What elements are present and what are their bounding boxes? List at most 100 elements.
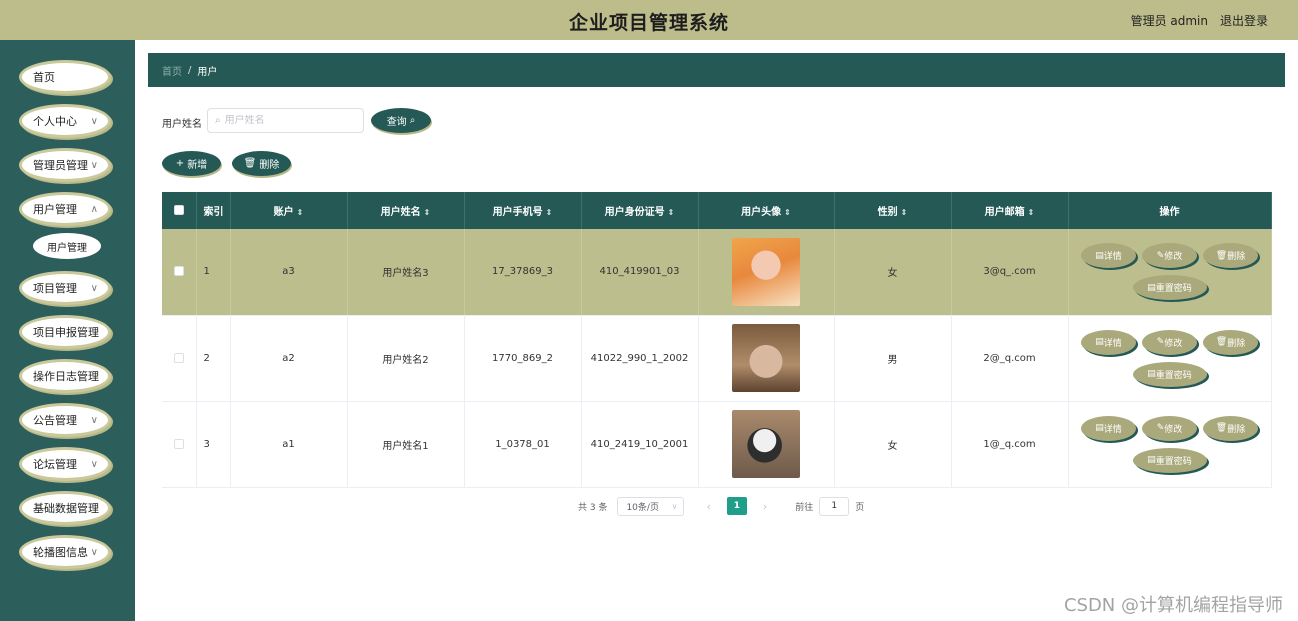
prev-page-icon[interactable]: ‹ <box>706 500 710 513</box>
user-table: 索引 账户 ⇕ 用户姓名 ⇕ 用户手机号 ⇕ 用户身份证号 ⇕ 用户头像 ⇕ 性别 ⇕ 用户… <box>162 192 1272 488</box>
next-page-icon[interactable]: › <box>763 500 767 513</box>
sidebar-item-user-management[interactable]: 用户管理 ∧ <box>19 192 111 226</box>
edit-button[interactable]: ✎ 修改 <box>1142 329 1197 355</box>
sidebar-item-carousel[interactable]: 轮播图信息 ∨ <box>19 535 111 569</box>
reset-password-button[interactable]: ▤ 重置密码 <box>1132 275 1207 301</box>
cell-index: 3 <box>196 401 231 488</box>
sidebar-item-label: 基础数据管理 <box>33 502 99 515</box>
avatar-image[interactable] <box>732 410 800 478</box>
column-header-label: 性别 <box>877 207 898 218</box>
sidebar-subitem-user-management[interactable]: 用户管理 <box>33 233 101 259</box>
page-unit-label: 页 <box>855 502 865 513</box>
detail-button[interactable]: ▤ 详情 <box>1081 329 1136 355</box>
detail-button-label: 详情 <box>1103 424 1122 435</box>
cell-gender: 男 <box>834 315 952 402</box>
column-header-label: 账户 <box>273 207 294 218</box>
cell-phone: 1770_869_2 <box>464 315 582 402</box>
detail-button-label: 详情 <box>1103 338 1122 349</box>
search-icon: ⌕ <box>215 115 221 126</box>
sidebar-item-forum[interactable]: 论坛管理 ∨ <box>19 447 111 481</box>
delete-button[interactable]: 🗑 删除 <box>1203 415 1258 441</box>
cell-actions: ▤ 详情 ✎ 修改 🗑 删除 ▤ 重置密码 <box>1068 315 1272 402</box>
breadcrumb-home[interactable]: 首页 <box>162 63 182 78</box>
delete-button[interactable]: 🗑 删除 <box>1203 243 1258 269</box>
pagination-total: 共 3 条 <box>578 502 608 513</box>
logout-link[interactable]: 退出登录 <box>1220 12 1268 29</box>
sidebar-item-label: 管理员管理 <box>33 159 88 172</box>
breadcrumb-separator: / <box>188 64 192 76</box>
breadcrumb: 首页 / 用户 <box>148 53 1285 87</box>
select-all-checkbox[interactable] <box>173 205 184 215</box>
query-button[interactable]: 查询 ⌕ <box>371 108 431 133</box>
goto-label: 前往 <box>795 502 814 513</box>
sidebar-item-home[interactable]: 首页 <box>19 60 111 94</box>
sort-icon: ⇕ <box>784 208 791 217</box>
pencil-icon: ✎ <box>1156 250 1165 261</box>
detail-button[interactable]: ▤ 详情 <box>1081 415 1136 441</box>
sidebar-item-project-management[interactable]: 项目管理 ∨ <box>19 271 111 305</box>
sidebar-item-label: 论坛管理 <box>33 458 77 471</box>
sidebar-item-operation-log[interactable]: 操作日志管理 <box>19 359 111 393</box>
current-user: 管理员 admin <box>1130 14 1208 28</box>
cell-name: 用户姓名3 <box>347 229 465 316</box>
edit-button-label: 修改 <box>1164 338 1183 349</box>
sort-icon: ⇕ <box>423 208 431 217</box>
column-header-email[interactable]: 用户邮箱 ⇕ <box>951 192 1069 229</box>
sidebar-item-project-application[interactable]: 项目申报管理 <box>19 315 111 349</box>
table-header-row: 索引 账户 ⇕ 用户姓名 ⇕ 用户手机号 ⇕ 用户身份证号 ⇕ 用户头像 ⇕ 性别 ⇕ 用户… <box>162 192 1272 229</box>
sidebar-item-announcement[interactable]: 公告管理 ∨ <box>19 403 111 437</box>
cell-index: 2 <box>196 315 231 402</box>
row-checkbox[interactable] <box>173 266 184 277</box>
select-all-cell <box>162 192 197 229</box>
sort-icon: ⇕ <box>900 208 908 217</box>
app-title: 企业项目管理系统 <box>568 12 729 34</box>
column-header-index: 索引 <box>196 192 231 229</box>
add-button-label: 新增 <box>187 160 208 171</box>
row-checkbox[interactable] <box>173 438 184 449</box>
cell-gender: 女 <box>834 401 952 488</box>
page-size-select[interactable]: 10条/页 ∨ <box>617 496 685 516</box>
sidebar-item-personal-center[interactable]: 个人中心 ∨ <box>19 104 111 138</box>
page-number-current[interactable]: 1 <box>726 497 747 515</box>
search-input[interactable] <box>224 115 350 126</box>
avatar-image[interactable] <box>732 324 800 392</box>
sidebar-item-basic-data[interactable]: 基础数据管理 <box>19 491 111 525</box>
delete-button-label: 删除 <box>1227 338 1246 349</box>
cell-phone: 17_37869_3 <box>464 229 582 316</box>
reset-password-button[interactable]: ▤ 重置密码 <box>1132 361 1207 387</box>
document-icon: ▤ <box>1147 282 1156 293</box>
edit-button[interactable]: ✎ 修改 <box>1142 415 1197 441</box>
breadcrumb-current: 用户 <box>197 66 218 78</box>
column-header-gender[interactable]: 性别 ⇕ <box>834 192 952 229</box>
chevron-down-icon: ∨ <box>90 283 98 294</box>
cell-actions: ▤ 详情 ✎ 修改 🗑 删除 ▤ 重置密码 <box>1068 401 1272 488</box>
column-header-phone[interactable]: 用户手机号 ⇕ <box>464 192 582 229</box>
reset-password-label: 重置密码 <box>1155 284 1192 295</box>
column-header-account[interactable]: 账户 ⇕ <box>230 192 348 229</box>
delete-button[interactable]: 🗑 删除 <box>1203 329 1258 355</box>
row-checkbox[interactable] <box>173 352 184 363</box>
row-select-cell <box>162 315 197 402</box>
column-header-name[interactable]: 用户姓名 ⇕ <box>347 192 465 229</box>
avatar-image[interactable] <box>732 237 800 306</box>
top-bar: 企业项目管理系统 管理员 admin 退出登录 <box>0 0 1298 40</box>
detail-button[interactable]: ▤ 详情 <box>1081 243 1136 269</box>
cell-name: 用户姓名1 <box>347 401 465 488</box>
sidebar-item-admin-management[interactable]: 管理员管理 ∨ <box>19 148 111 182</box>
column-header-idcard[interactable]: 用户身份证号 ⇕ <box>581 192 699 229</box>
column-header-avatar[interactable]: 用户头像 ⇕ <box>698 192 835 229</box>
reset-password-button[interactable]: ▤ 重置密码 <box>1132 447 1207 473</box>
batch-delete-button[interactable]: 🗑 删除 <box>232 151 291 176</box>
sidebar-item-label: 个人中心 <box>33 115 77 128</box>
sort-icon: ⇕ <box>296 208 304 217</box>
cell-email: 3@q_.com <box>951 229 1069 316</box>
edit-button[interactable]: ✎ 修改 <box>1142 243 1197 269</box>
add-button[interactable]: + 新增 <box>162 151 221 176</box>
cell-idcard: 410_2419_10_2001 <box>581 401 699 488</box>
search-field[interactable]: ⌕ <box>207 108 364 133</box>
trash-icon: 🗑 <box>243 158 257 169</box>
sidebar-item-label: 项目申报管理 <box>33 326 99 339</box>
goto-page-input[interactable] <box>819 496 850 516</box>
edit-button-label: 修改 <box>1164 252 1183 263</box>
document-icon: ▤ <box>1095 337 1104 347</box>
